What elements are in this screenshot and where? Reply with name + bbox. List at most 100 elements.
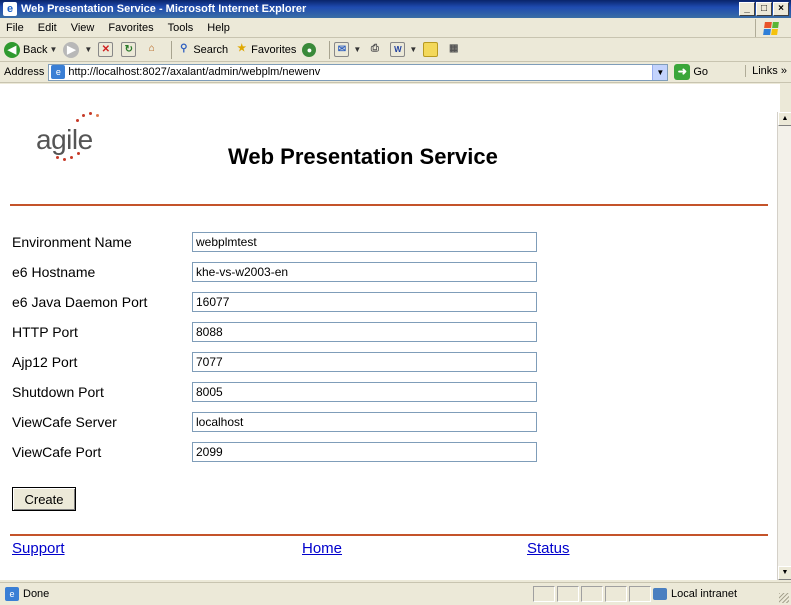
e6-java-daemon-port-input[interactable]	[192, 292, 537, 312]
logo-text: agile	[36, 124, 93, 155]
viewcafe-port-label: ViewCafe Port	[12, 444, 102, 460]
http-port-label: HTTP Port	[12, 324, 78, 340]
viewcafe-server-input[interactable]	[192, 412, 537, 432]
page-icon: e	[51, 65, 66, 79]
status-panels	[531, 586, 651, 602]
ajp12-port-input[interactable]	[192, 352, 537, 372]
maximize-button[interactable]: □	[756, 2, 772, 16]
form-row: HTTP Port	[12, 322, 612, 346]
viewcafe-server-label: ViewCafe Server	[12, 414, 117, 430]
scroll-up-icon[interactable]: ▲	[778, 112, 791, 126]
research-icon: ▦	[449, 43, 459, 54]
environment-name-input[interactable]	[192, 232, 537, 252]
scroll-down-icon[interactable]: ▼	[778, 566, 791, 580]
form-row: ViewCafe Port	[12, 442, 612, 466]
security-zone: Local intranet	[653, 586, 773, 602]
menu-favorites[interactable]: Favorites	[101, 22, 160, 34]
intranet-icon	[653, 588, 667, 600]
vertical-scrollbar[interactable]: ▲ ▼	[777, 112, 791, 580]
status-bar: e Done Local intranet	[0, 582, 791, 605]
form-row: Shutdown Port	[12, 382, 612, 406]
forward-icon: ▶	[63, 41, 80, 58]
window-title: Web Presentation Service - Microsoft Int…	[21, 3, 307, 15]
ie-icon: e	[3, 2, 17, 16]
page-icon: e	[5, 587, 19, 601]
agile-logo: agile	[36, 106, 126, 161]
status-text: Done	[23, 588, 50, 600]
search-label: Search	[193, 43, 229, 56]
address-bar: Address e http://localhost:8027/axalant/…	[0, 62, 791, 83]
search-button[interactable]: ⚲ Search	[176, 42, 228, 57]
address-dropdown-arrow[interactable]: ▼	[652, 64, 668, 80]
media-icon: ●	[302, 42, 317, 57]
go-icon: ➜	[674, 64, 691, 80]
address-label: Address	[4, 66, 45, 78]
create-button[interactable]: Create	[12, 487, 76, 511]
home-button[interactable]: ⌂	[144, 42, 161, 57]
menu-bar: File Edit View Favorites Tools Help	[0, 18, 791, 38]
http-port-input[interactable]	[192, 322, 537, 342]
favorites-icon: ★	[237, 43, 247, 54]
edit-icon: W	[390, 42, 406, 57]
search-icon: ⚲	[180, 43, 188, 54]
stop-button[interactable]: ✕	[98, 42, 115, 57]
e6-java-daemon-port-label: e6 Java Daemon Port	[12, 294, 148, 310]
toolbar: ◀ Back ▼ ▶ ▼ ✕ ↻ ⌂ ⚲ Search ★ Favorites ● …	[0, 38, 791, 62]
menu-tools[interactable]: Tools	[161, 22, 201, 34]
toolbar-separator	[329, 40, 331, 59]
form-row: Environment Name	[12, 232, 612, 256]
links-button[interactable]: Links »	[745, 65, 787, 77]
window-title-bar: e Web Presentation Service - Microsoft I…	[0, 0, 791, 18]
refresh-icon: ↻	[121, 42, 137, 57]
resize-grip[interactable]	[779, 593, 789, 603]
favorites-button[interactable]: ★ Favorites	[234, 42, 296, 57]
go-label: Go	[693, 66, 709, 78]
page-content: agile Web Presentation Service Environme…	[10, 84, 780, 580]
edit-button[interactable]: W ▼	[390, 42, 417, 57]
e6-hostname-input[interactable]	[192, 262, 537, 282]
menu-file[interactable]: File	[0, 22, 31, 34]
back-icon: ◀	[4, 41, 20, 58]
close-button[interactable]: ×	[773, 2, 789, 16]
ajp12-port-label: Ajp12 Port	[12, 354, 78, 370]
media-button[interactable]: ●	[302, 42, 319, 57]
print-button[interactable]: ⎙	[367, 42, 384, 57]
page-title: Web Presentation Service	[228, 144, 498, 169]
shutdown-port-input[interactable]	[192, 382, 537, 402]
menu-help[interactable]: Help	[200, 22, 237, 34]
home-icon: ⌂	[148, 43, 155, 54]
e6-hostname-label: e6 Hostname	[12, 264, 96, 280]
viewcafe-port-input[interactable]	[192, 442, 537, 462]
form-row: ViewCafe Server	[12, 412, 612, 436]
go-button[interactable]: ➜ Go	[674, 64, 708, 80]
print-icon: ⎙	[370, 43, 379, 54]
toolbar-separator	[171, 40, 173, 59]
shutdown-port-label: Shutdown Port	[12, 384, 104, 400]
home-link[interactable]: Home	[302, 540, 342, 557]
form-row: e6 Hostname	[12, 262, 612, 286]
address-input[interactable]: e http://localhost:8027/axalant/admin/we…	[48, 63, 669, 81]
mail-icon: ✉	[334, 42, 350, 57]
windows-flag-icon	[755, 19, 785, 37]
menu-view[interactable]: View	[64, 22, 102, 34]
menu-edit[interactable]: Edit	[31, 22, 64, 34]
mail-button[interactable]: ✉ ▼	[334, 42, 361, 57]
research-button[interactable]: ▦	[446, 42, 463, 57]
minimize-button[interactable]: _	[739, 2, 755, 16]
forward-button[interactable]: ▶ ▼	[63, 41, 92, 58]
discuss-icon	[423, 42, 439, 57]
header-divider	[10, 204, 768, 206]
discuss-button[interactable]	[423, 42, 440, 57]
environment-name-label: Environment Name	[12, 234, 132, 250]
status-link[interactable]: Status	[527, 540, 570, 557]
footer-divider	[10, 534, 768, 536]
refresh-button[interactable]: ↻	[121, 42, 138, 57]
links-label: Links	[752, 65, 778, 77]
favorites-label: Favorites	[251, 43, 297, 56]
viewport-left	[0, 84, 10, 580]
back-button[interactable]: ◀ Back ▼	[4, 41, 57, 58]
zone-label: Local intranet	[671, 588, 738, 600]
form-row: e6 Java Daemon Port	[12, 292, 612, 316]
support-link[interactable]: Support	[12, 540, 65, 557]
stop-icon: ✕	[98, 42, 114, 57]
